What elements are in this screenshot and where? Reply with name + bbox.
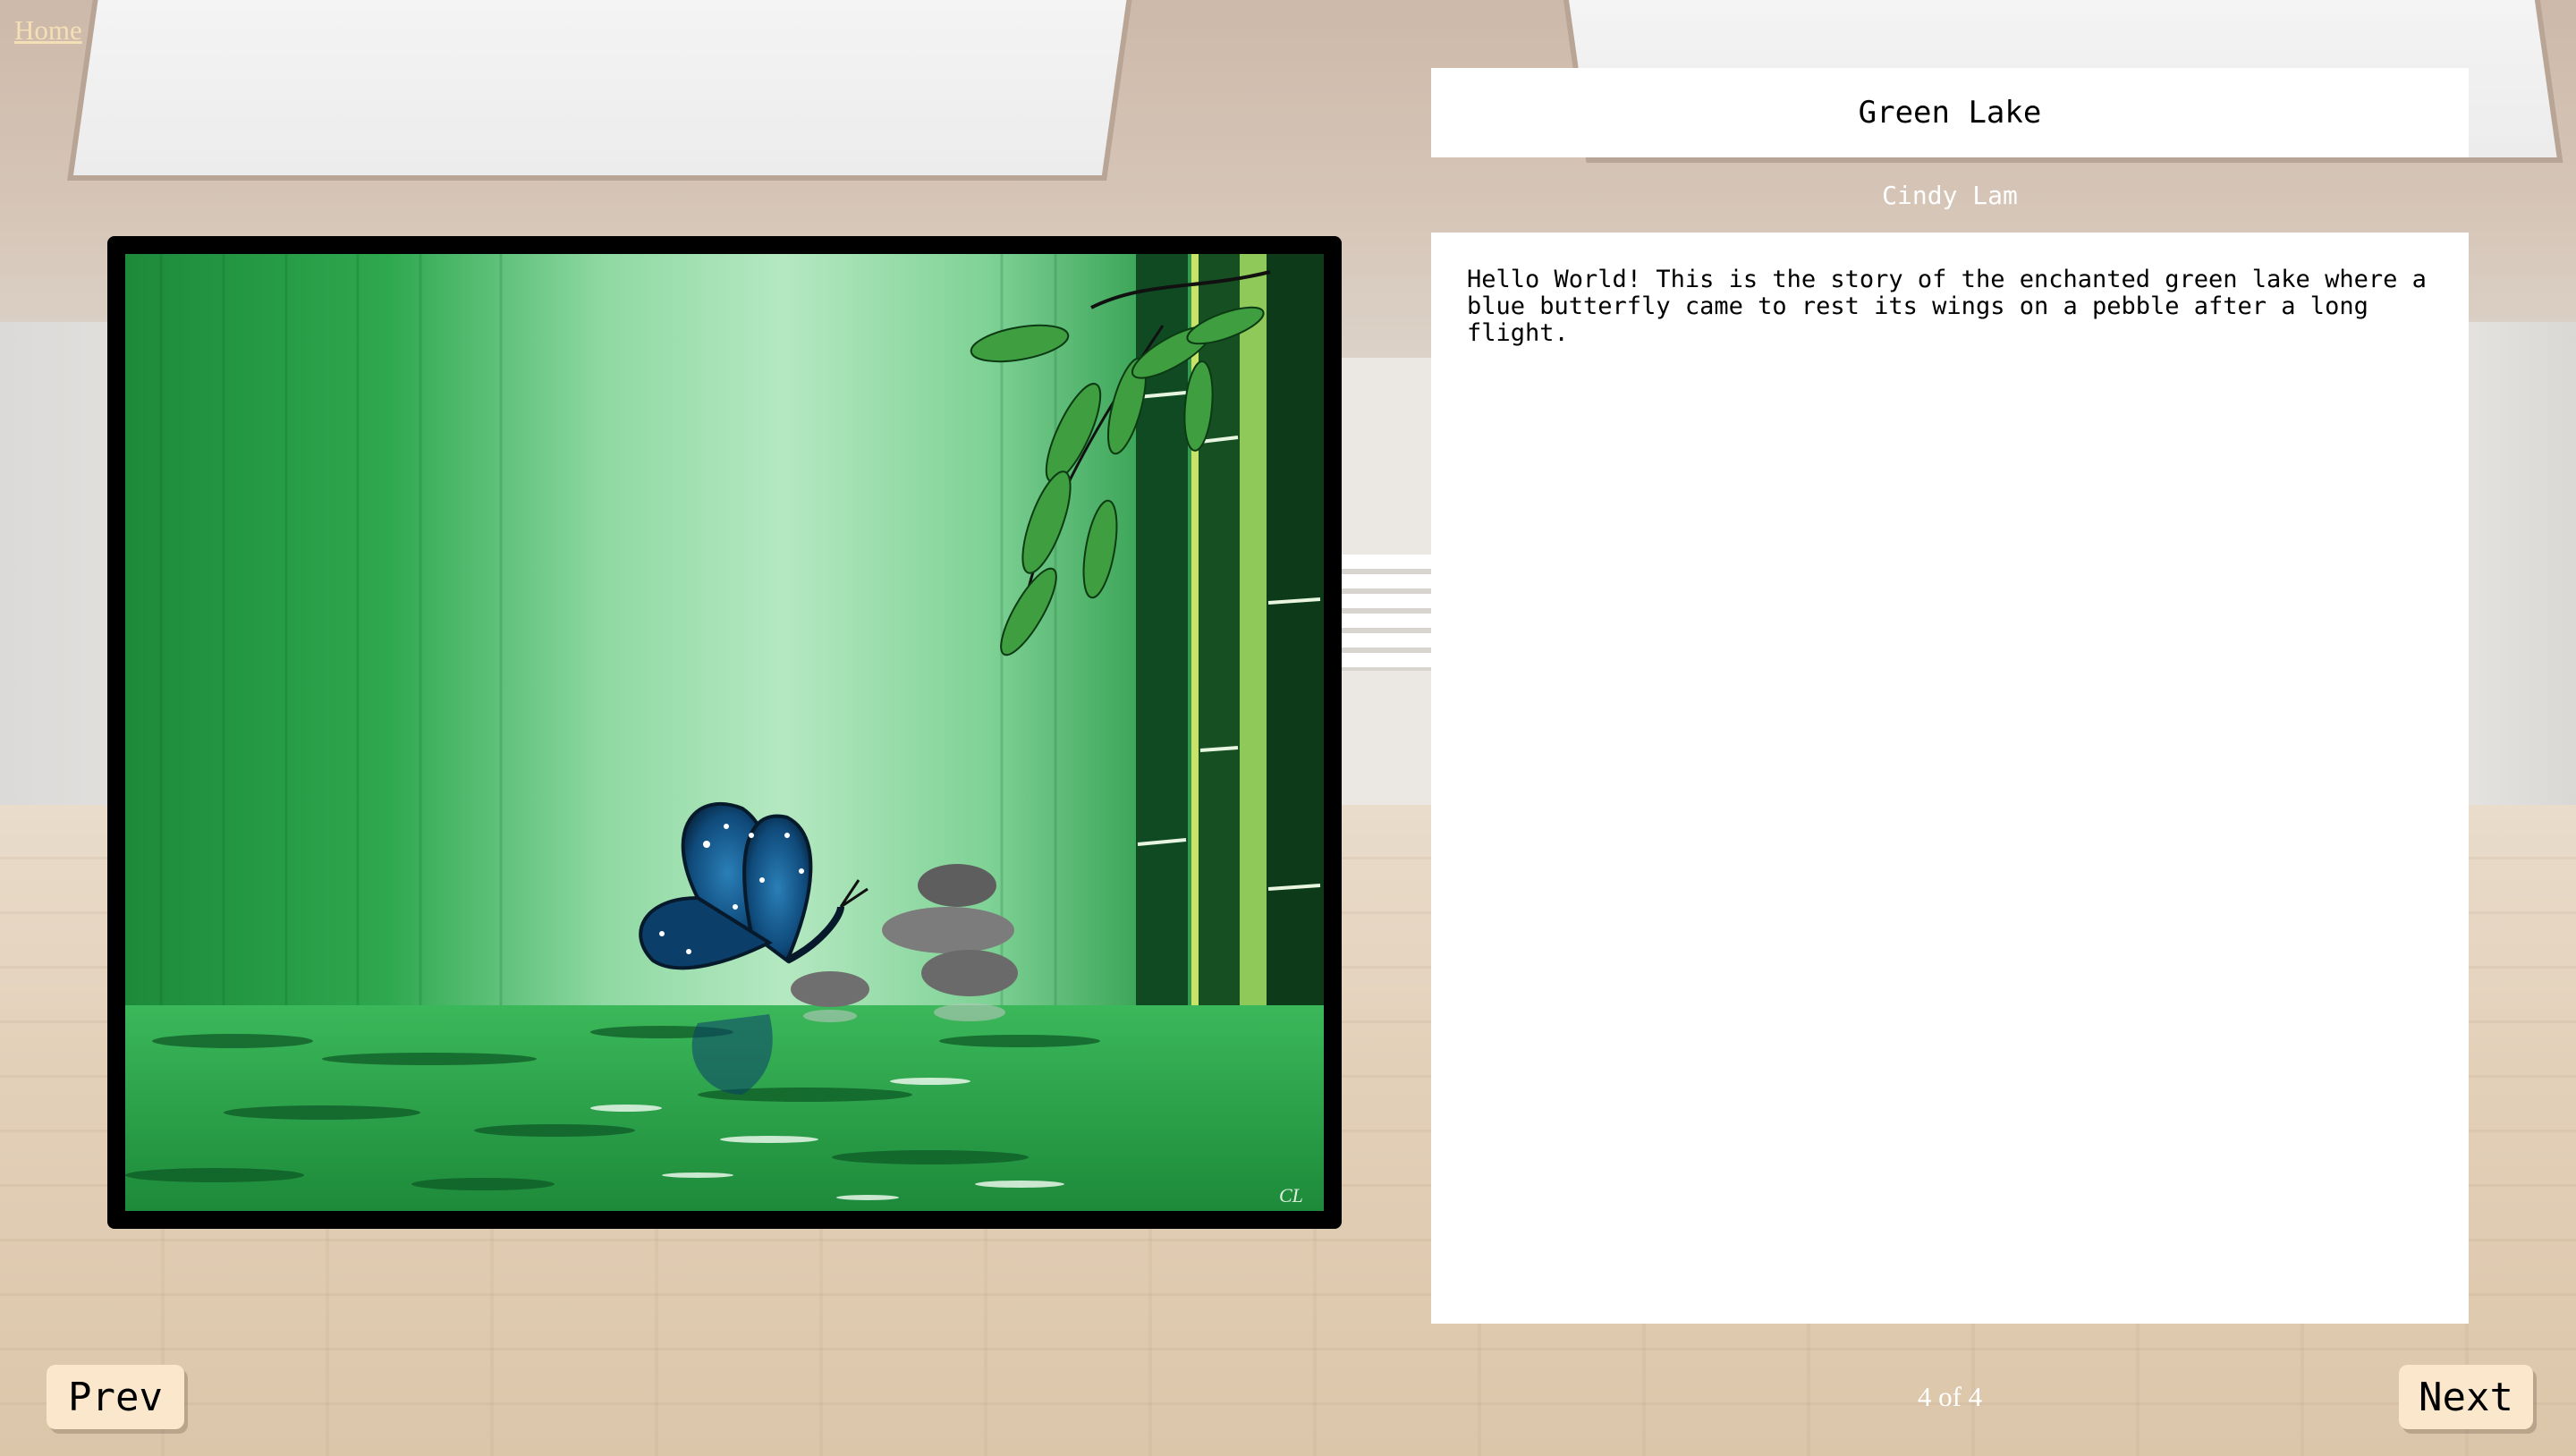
artwork-title: Green Lake <box>1858 95 2042 131</box>
story-panel: Hello World! This is the story of the en… <box>1431 233 2469 1324</box>
artwork-title-box: Green Lake <box>1431 68 2469 157</box>
skylight <box>67 0 1133 181</box>
painting-frame: CL <box>107 236 1342 1229</box>
prev-button[interactable]: Prev <box>47 1365 184 1429</box>
home-link[interactable]: Home <box>14 14 82 47</box>
page-counter: 4 of 4 <box>1917 1381 1983 1412</box>
story-text: Hello World! This is the story of the en… <box>1467 266 2427 347</box>
back-windows <box>1342 554 1431 671</box>
painting-green-lake: CL <box>125 254 1324 1211</box>
artist-name: Cindy Lam <box>1882 181 2018 210</box>
painting-signature: CL <box>1279 1184 1303 1206</box>
next-button[interactable]: Next <box>2399 1365 2533 1429</box>
